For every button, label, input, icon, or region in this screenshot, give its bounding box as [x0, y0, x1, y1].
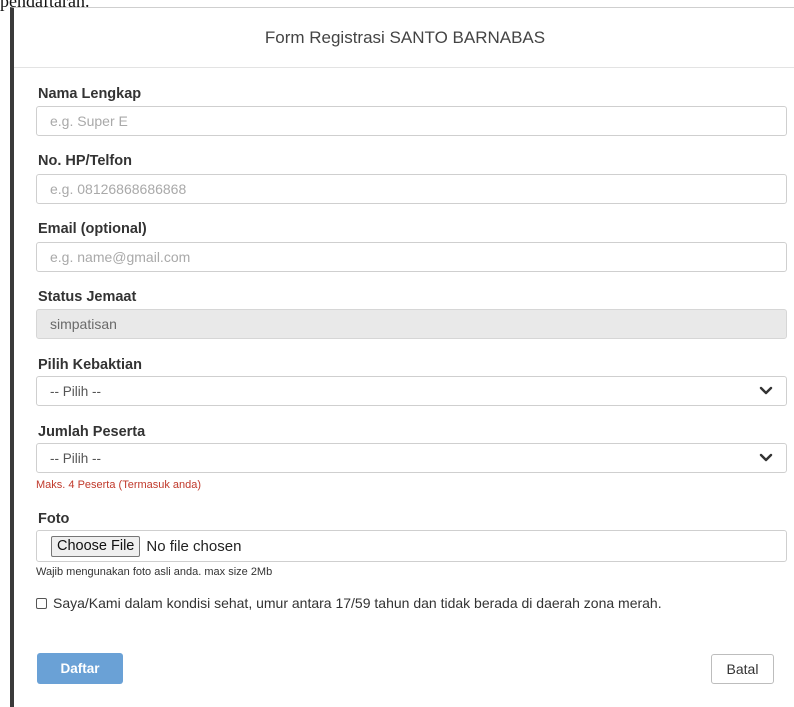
name-label: Nama Lengkap — [38, 86, 142, 102]
name-input[interactable] — [36, 106, 787, 136]
status-label: Status Jemaat — [38, 289, 137, 305]
email-label: Email (optional) — [38, 221, 147, 237]
service-label: Pilih Kebaktian — [38, 357, 142, 373]
photo-hint: Wajib mengunakan foto asli anda. max siz… — [36, 566, 273, 578]
service-select[interactable]: -- Pilih -- — [36, 376, 787, 406]
registration-modal: Form Registrasi SANTO BARNABAS Nama Leng… — [10, 7, 794, 707]
choose-file-button[interactable]: Choose File — [51, 535, 141, 557]
chevron-down-icon — [759, 386, 773, 395]
email-input[interactable] — [36, 242, 787, 272]
modal-title: Form Registrasi SANTO BARNABAS — [264, 27, 546, 47]
consent-checkbox[interactable] — [36, 598, 47, 609]
photo-label: Foto — [38, 511, 70, 527]
status-field: simpatisan — [36, 309, 787, 339]
participants-selected-value: -- Pilih -- — [50, 450, 101, 466]
participants-label: Jumlah Peserta — [38, 424, 146, 440]
consent-text: Saya/Kami dalam kondisi sehat, umur anta… — [53, 595, 662, 611]
consent-row: Saya/Kami dalam kondisi sehat, umur anta… — [36, 594, 776, 613]
chevron-down-icon — [759, 453, 773, 462]
participants-hint: Maks. 4 Peserta (Termasuk anda) — [36, 479, 202, 491]
file-status: No file chosen — [146, 537, 242, 555]
phone-label: No. HP/Telfon — [38, 153, 132, 169]
service-selected-value: -- Pilih -- — [50, 383, 101, 399]
participants-select[interactable]: -- Pilih -- — [36, 443, 787, 473]
modal-header: Form Registrasi SANTO BARNABAS — [14, 8, 794, 68]
phone-input[interactable] — [36, 174, 787, 204]
status-value: simpatisan — [50, 316, 117, 332]
batal-button[interactable]: Batal — [711, 654, 774, 684]
photo-file-input[interactable]: Choose File No file chosen — [36, 530, 787, 562]
daftar-button[interactable]: Daftar — [37, 653, 123, 684]
